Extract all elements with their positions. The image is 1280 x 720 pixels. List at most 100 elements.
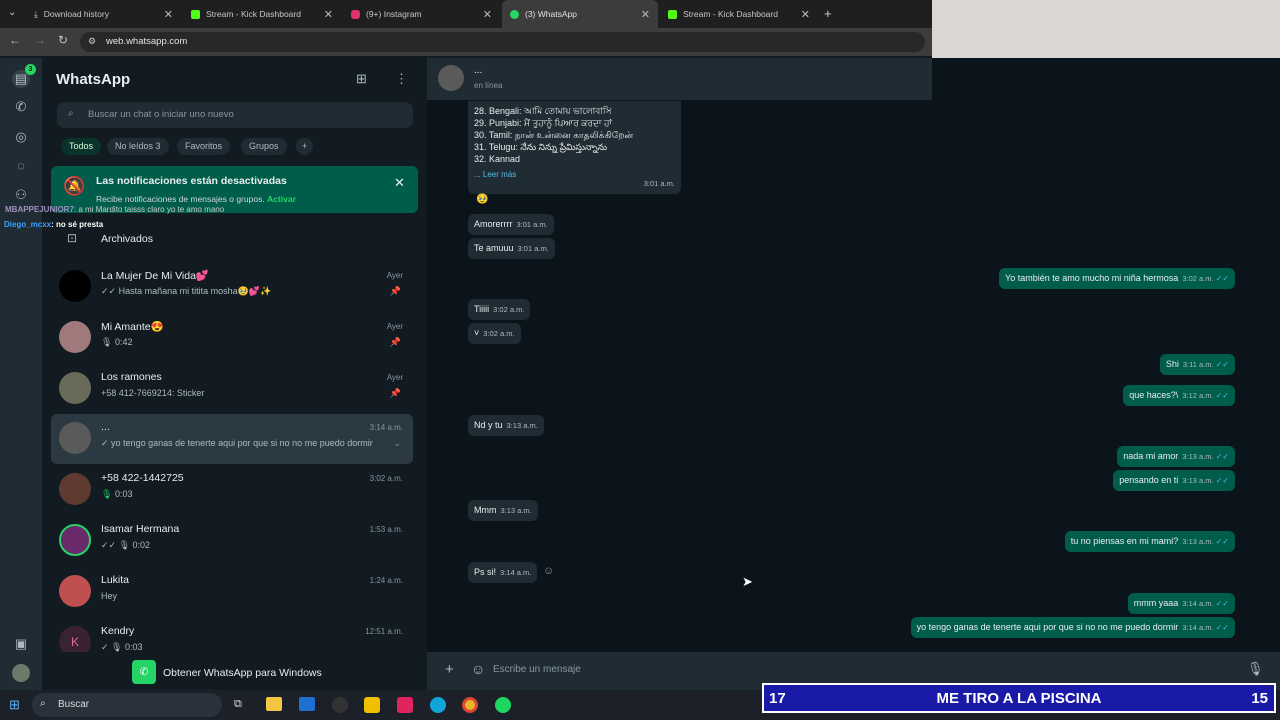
- menu-icon[interactable]: ⋮: [395, 71, 408, 87]
- filter-favorites[interactable]: Favoritos: [177, 138, 231, 155]
- tab-search-icon[interactable]: ⌄: [8, 7, 16, 18]
- message-time: 3:14 a.m.: [500, 568, 532, 577]
- task-view-icon[interactable]: ⧉: [234, 698, 242, 711]
- chrome-icon[interactable]: [462, 697, 478, 713]
- message-text: Mmm: [474, 505, 497, 515]
- chat-item[interactable]: +58 422-1442725 🎙 0:03 3:02 a.m.: [51, 465, 413, 515]
- read-ticks-icon: ✓✓: [1215, 360, 1229, 369]
- spotify-icon[interactable]: [495, 697, 511, 713]
- message-time: 3:01 a.m.: [517, 244, 549, 253]
- windows-start-icon[interactable]: ⊞: [9, 697, 20, 713]
- react-emoji-icon[interactable]: ☺: [543, 565, 554, 577]
- whatsapp-icon: [510, 9, 519, 19]
- read-ticks-icon: ✓✓: [1215, 476, 1229, 485]
- status-icon[interactable]: ◎: [12, 128, 30, 146]
- whatsapp-icon: ✆: [132, 660, 156, 684]
- back-icon[interactable]: ←: [9, 33, 21, 47]
- new-chat-icon[interactable]: ⊞: [356, 71, 367, 87]
- close-icon[interactable]: ✕: [801, 8, 810, 21]
- message-time: 3:14 a.m.: [1182, 599, 1214, 608]
- chat-time: 3:14 a.m.: [369, 423, 403, 432]
- message-time: 3:13 a.m.: [1182, 452, 1214, 461]
- get-app-text: Obtener WhatsApp para Windows: [163, 667, 322, 679]
- site-info-icon[interactable]: ⚙: [88, 36, 96, 47]
- chat-preview: 0:02: [132, 540, 151, 550]
- mouse-cursor-icon: ➤: [742, 574, 753, 589]
- message-bubble-out: tu no piensas en mi mami? 3:13 a.m. ✓✓: [1064, 531, 1235, 552]
- store-icon[interactable]: [364, 697, 380, 713]
- chevron-down-icon[interactable]: ⌄: [393, 438, 401, 449]
- activate-link[interactable]: Activar: [267, 194, 296, 204]
- message-time: 3:14 a.m.: [1182, 623, 1214, 632]
- avatar: [59, 321, 91, 353]
- mic-icon[interactable]: 🎙: [1247, 661, 1264, 677]
- message-time: 3:11 a.m.: [1182, 360, 1214, 369]
- filter-all[interactable]: Todos: [61, 138, 102, 155]
- calls-icon[interactable]: ✆: [12, 98, 30, 116]
- tiktok-icon[interactable]: [397, 697, 413, 713]
- mic-icon: 🎙: [111, 642, 123, 652]
- edge-icon[interactable]: [430, 697, 446, 713]
- chat-item-selected[interactable]: ... ✓ yo tengo ganas de tenerte aqui por…: [51, 414, 413, 464]
- close-icon[interactable]: ✕: [324, 8, 333, 21]
- url-field[interactable]: web.whatsapp.com: [80, 32, 925, 52]
- chat-item[interactable]: Lukita Hey 1:24 a.m.: [51, 567, 413, 617]
- filter-unread[interactable]: No leídos 3: [107, 138, 169, 155]
- message-bubble-out: yo tengo ganas de tenerte aqui por que s…: [910, 617, 1235, 638]
- media-icon[interactable]: ▣: [12, 635, 30, 653]
- close-icon[interactable]: ✕: [394, 175, 405, 191]
- new-tab-icon[interactable]: +: [824, 6, 832, 21]
- chat-item[interactable]: Isamar Hermana ✓✓ 🎙 0:02 1:53 a.m.: [51, 516, 413, 566]
- chat-item[interactable]: K Kendry ✓ 🎙 0:03 12:51 a.m.: [51, 618, 413, 652]
- reload-icon[interactable]: ↻: [58, 33, 68, 47]
- browser-tab-bar: ⌄ ⤓ Download history ✕ Stream - Kick Dashb…: [0, 0, 932, 28]
- banner-right-number: 15: [1251, 690, 1268, 707]
- message-text: Nd y tu: [474, 420, 503, 430]
- mail-icon[interactable]: [299, 697, 315, 711]
- tab-kick-1[interactable]: Stream - Kick Dashboard ✕: [183, 0, 341, 28]
- message-bubble-out: mmm yaaa 3:14 a.m. ✓✓: [1127, 593, 1235, 614]
- close-icon[interactable]: ✕: [164, 8, 173, 21]
- attach-icon[interactable]: +: [445, 661, 454, 678]
- tab-download-history[interactable]: ⤓ Download history ✕: [26, 0, 181, 28]
- chat-preview: Hasta mañana mi titita mosha🥹💕✨: [118, 286, 272, 296]
- file-explorer-icon[interactable]: [266, 697, 282, 711]
- forward-icon[interactable]: →: [34, 33, 46, 47]
- chat-name: Mi Amante😍: [101, 321, 164, 333]
- chat-item[interactable]: Los ramones +58 412-7669214: Sticker Aye…: [51, 364, 413, 414]
- message-placeholder: Escribe un mensaje: [493, 664, 581, 675]
- search-placeholder: Buscar un chat o iniciar uno nuevo: [88, 109, 234, 120]
- tab-label: Stream - Kick Dashboard: [683, 9, 778, 19]
- kick-icon: [191, 9, 200, 19]
- read-ticks-icon: ✓✓: [1215, 391, 1229, 400]
- avatar: [59, 422, 91, 454]
- archived-row[interactable]: ⊡ Archivados: [51, 228, 413, 250]
- message-text: Yo también te amo mucho mi niña hermosa: [1005, 273, 1179, 283]
- get-app-banner[interactable]: ✆ Obtener WhatsApp para Windows: [42, 656, 426, 690]
- archived-label: Archivados: [101, 233, 153, 245]
- message-text: yo tengo ganas de tenerte aqui por que s…: [916, 622, 1179, 632]
- close-icon[interactable]: ✕: [483, 8, 492, 21]
- conversation-header[interactable]: ... en línea: [427, 58, 932, 100]
- taskbar-search[interactable]: Buscar: [32, 693, 222, 717]
- search-input[interactable]: Buscar un chat o iniciar uno nuevo: [57, 102, 413, 128]
- avatar: [59, 270, 91, 302]
- message-text: Shi: [1165, 359, 1179, 369]
- channels-icon[interactable]: ◌: [12, 157, 30, 175]
- tab-whatsapp[interactable]: (3) WhatsApp ✕: [502, 0, 658, 28]
- tab-instagram[interactable]: (9+) Instagram ✕: [343, 0, 500, 28]
- app-icon[interactable]: [332, 697, 348, 713]
- emoji-icon[interactable]: ☺: [471, 661, 485, 677]
- url-text: web.whatsapp.com: [106, 36, 188, 47]
- message-line: 29. Punjabi: ਮੈਂ ਤੁਹਾਨੂੰ ਪਿਆਰ ਕਰਦਾ ਹਾਂ: [474, 118, 613, 128]
- message-text: Tiiiii: [474, 304, 490, 314]
- close-icon[interactable]: ✕: [641, 8, 650, 21]
- chat-time: Ayer: [386, 271, 403, 280]
- tab-kick-2[interactable]: Stream - Kick Dashboard ✕: [660, 0, 818, 28]
- profile-avatar[interactable]: [12, 664, 30, 682]
- message-input[interactable]: Escribe un mensaje: [493, 660, 793, 680]
- filter-groups[interactable]: Grupos: [241, 138, 287, 155]
- chat-item[interactable]: Mi Amante😍 🎙 0:42 Ayer 📌: [51, 313, 413, 363]
- chat-item[interactable]: La Mujer De Mi Vida💕 ✓✓ Hasta mañana mi …: [51, 262, 413, 312]
- communities-icon[interactable]: ⚇: [12, 186, 30, 204]
